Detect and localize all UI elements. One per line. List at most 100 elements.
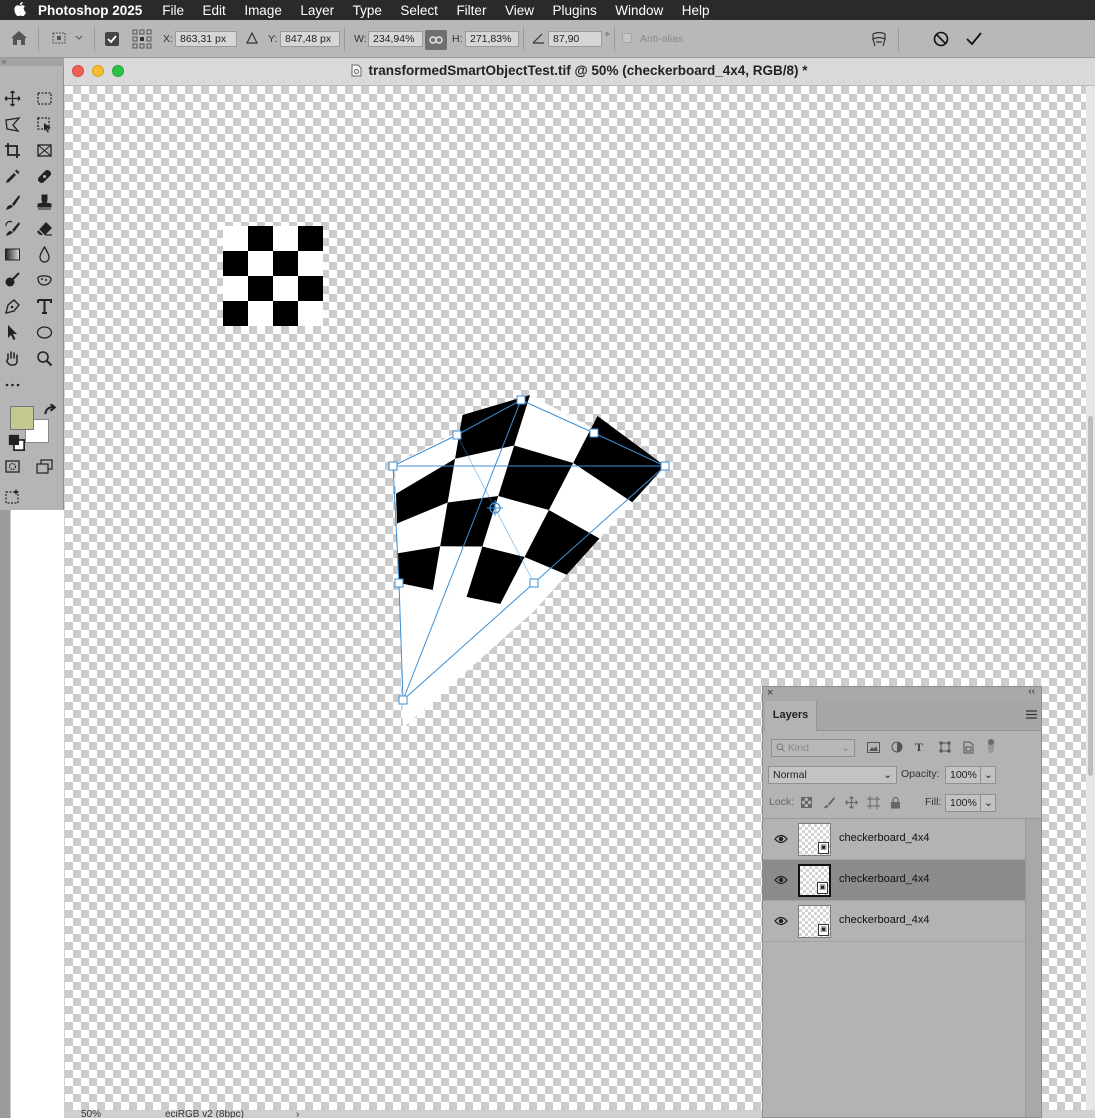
menu-file[interactable]: File [162,3,184,18]
link-icon[interactable] [425,30,447,50]
dodge-tool[interactable] [1,269,23,291]
generative-fill-button[interactable] [1,485,23,507]
brush-tool[interactable] [1,191,23,213]
transform-preset-icon[interactable] [52,31,84,48]
ellipse-tool[interactable] [33,321,55,343]
width-field[interactable]: 234,94% [368,31,423,47]
hand-tool[interactable] [1,347,23,369]
screen-mode-button[interactable] [33,455,55,477]
more-tools[interactable] [1,373,23,395]
panel-header[interactable]: × ‹‹ [763,686,1041,701]
transform-handle[interactable] [452,430,462,440]
scroll-thumb[interactable] [1088,416,1093,776]
blend-mode-select[interactable]: Normal ⌄ [768,766,897,784]
foreground-color-swatch[interactable] [10,406,34,430]
layer-row[interactable]: ▣ checkerboard_4x4 [763,901,1025,942]
transform-handle[interactable] [398,695,408,705]
gradient-tool[interactable] [1,243,23,265]
layer-row-selected[interactable]: ▣ checkerboard_4x4 [763,860,1025,901]
frame-tool[interactable] [33,139,55,161]
default-colors-icon[interactable] [8,434,25,456]
menu-layer[interactable]: Layer [300,3,334,18]
lock-pixels-icon[interactable] [823,796,835,812]
zoom-level[interactable]: 50% [81,1110,101,1118]
visibility-eye-icon[interactable] [774,833,788,845]
height-field[interactable]: 271,83% [465,31,519,47]
filter-toggle-icon[interactable] [987,738,995,757]
type-tool[interactable] [33,295,55,317]
layer-name[interactable]: checkerboard_4x4 [839,832,930,844]
filter-smart-object-icon[interactable] [963,741,974,757]
app-name-menu[interactable]: Photoshop 2025 [38,3,142,18]
transform-handle[interactable] [589,428,599,438]
vertical-scrollbar[interactable] [1086,86,1095,1110]
blur-tool[interactable] [33,243,55,265]
zoom-tool[interactable] [33,347,55,369]
menu-plugins[interactable]: Plugins [552,3,596,18]
apple-menu-icon[interactable] [0,1,38,20]
transform-handle[interactable] [388,461,398,471]
eyedropper-tool[interactable] [1,165,23,187]
layer-name[interactable]: checkerboard_4x4 [839,873,930,885]
y-position-field[interactable]: 847,48 px [280,31,340,47]
object-select-tool[interactable] [33,113,55,135]
menu-help[interactable]: Help [682,3,710,18]
opacity-dropdown[interactable]: ⌄ [980,766,996,784]
reference-point-checkbox[interactable] [105,32,119,46]
visibility-eye-icon[interactable] [774,915,788,927]
menu-edit[interactable]: Edit [203,3,226,18]
delta-icon[interactable] [246,31,258,48]
layer-filter-kind[interactable]: Kind ⌄ [771,739,855,757]
lasso-tool[interactable] [1,113,23,135]
tab-layers[interactable]: Layers [765,701,817,731]
lock-transparent-icon[interactable] [801,797,812,811]
filter-type-icon[interactable]: T [915,740,923,755]
fill-dropdown[interactable]: ⌄ [980,794,996,812]
healing-tool[interactable] [33,165,55,187]
pen-tool[interactable] [1,295,23,317]
layers-scrollbar[interactable] [1025,819,1041,1117]
sponge-tool[interactable] [33,269,55,291]
opacity-field[interactable]: 100% [945,766,981,784]
lock-position-icon[interactable] [845,796,858,812]
menu-image[interactable]: Image [244,3,282,18]
x-position-field[interactable]: 863,31 px [175,31,237,47]
transform-handle[interactable] [394,578,404,588]
transform-handle[interactable] [516,395,526,405]
layer-row[interactable]: ▣ checkerboard_4x4 [763,819,1025,860]
reference-point-grid-icon[interactable] [132,29,152,52]
marquee-tool[interactable] [33,87,55,109]
menu-filter[interactable]: Filter [456,3,486,18]
menu-view[interactable]: View [505,3,534,18]
menu-window[interactable]: Window [615,3,663,18]
anti-alias-checkbox[interactable] [622,33,632,43]
tools-panel-grip[interactable] [0,58,64,66]
menu-type[interactable]: Type [353,3,382,18]
home-icon[interactable] [10,30,28,49]
lock-artboard-icon[interactable] [867,796,880,812]
transform-handle[interactable] [660,461,670,471]
quick-mask-button[interactable] [1,455,23,477]
tools-collapse-icon[interactable]: « [2,57,6,66]
panel-menu-icon[interactable] [1026,710,1037,722]
menu-select[interactable]: Select [400,3,438,18]
fill-field[interactable]: 100% [945,794,981,812]
filter-pixel-icon[interactable] [867,742,880,756]
commit-transform-icon[interactable] [965,31,983,50]
lock-all-icon[interactable] [890,796,901,812]
move-tool[interactable] [1,87,23,109]
swap-colors-icon[interactable] [42,403,59,426]
layer-name[interactable]: checkerboard_4x4 [839,914,930,926]
crop-tool[interactable] [1,139,23,161]
collapse-panel-icon[interactable]: ‹‹ [1028,686,1035,697]
visibility-eye-icon[interactable] [774,874,788,886]
filter-shape-icon[interactable] [939,741,951,756]
color-profile-info[interactable]: eciRGB v2 (8bpc) [165,1110,244,1118]
stamp-tool[interactable] [33,191,55,213]
transform-handle[interactable] [529,578,539,588]
status-menu-arrow-icon[interactable]: › [296,1110,299,1118]
path-select-tool[interactable] [1,321,23,343]
eraser-tool[interactable] [33,217,55,239]
rotation-field[interactable]: 87,90 [548,31,602,47]
close-panel-icon[interactable]: × [767,687,773,699]
